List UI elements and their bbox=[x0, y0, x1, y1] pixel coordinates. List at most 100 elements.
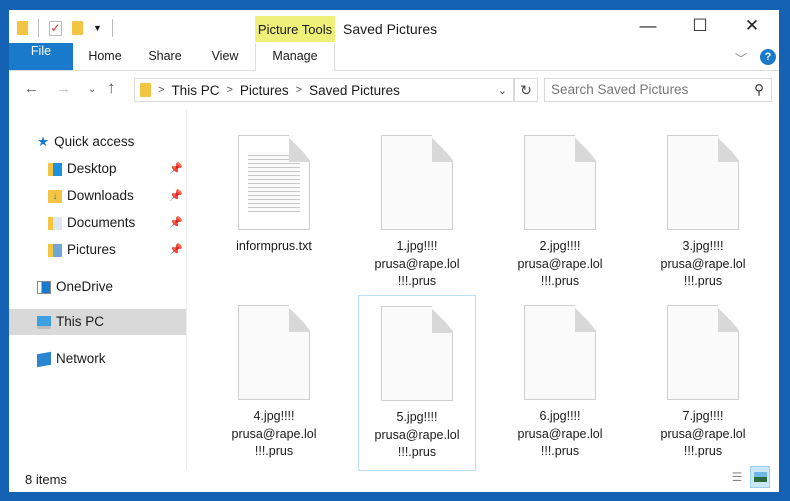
details-view-button[interactable]: ☰ bbox=[727, 466, 747, 488]
breadcrumb-this-pc[interactable]: This PC bbox=[171, 83, 219, 98]
divider bbox=[111, 19, 113, 37]
blank-file-icon bbox=[524, 135, 596, 230]
sidebar-item-label: Downloads bbox=[67, 188, 134, 203]
computer-icon bbox=[37, 315, 51, 329]
up-button[interactable]: ↑ bbox=[107, 78, 116, 98]
quick-access-toolbar: ✓ ▼ bbox=[17, 18, 113, 38]
divider bbox=[38, 19, 39, 37]
file-item[interactable]: informprus.txt bbox=[215, 135, 333, 256]
blank-file-icon bbox=[381, 135, 453, 230]
pin-icon[interactable]: 📌 bbox=[169, 183, 183, 209]
explorer-window: ✓ ▼ Picture Tools Saved Pictures — ☐ ✕ F… bbox=[9, 10, 779, 492]
sidebar-item-label: Pictures bbox=[67, 242, 116, 257]
sidebar-item-quick-access[interactable]: ★ Quick access bbox=[37, 129, 134, 155]
file-name-line: !!!.prus bbox=[540, 444, 580, 458]
file-name-line: prusa@rape.lol bbox=[374, 427, 460, 442]
sidebar-item-label: This PC bbox=[56, 314, 105, 329]
file-name-line: 5.jpg!!!! bbox=[396, 410, 438, 424]
file-name-line: prusa@rape.lol bbox=[660, 426, 746, 441]
file-item[interactable]: 4.jpg!!!! prusa@rape.lol !!!.prus bbox=[215, 305, 333, 461]
pictures-folder-icon bbox=[48, 243, 62, 257]
navigation-pane: ★ Quick access Desktop 📌 ↓ Downloads 📌 Docum… bbox=[9, 110, 187, 470]
tab-view[interactable]: View bbox=[205, 43, 245, 70]
tab-home[interactable]: Home bbox=[83, 43, 127, 70]
page-fold bbox=[575, 305, 596, 332]
text-file-icon bbox=[238, 135, 310, 230]
documents-folder-icon bbox=[48, 216, 62, 230]
pin-icon[interactable]: 📌 bbox=[169, 156, 183, 182]
sidebar-item-network[interactable]: Network bbox=[37, 346, 106, 372]
file-name-line: prusa@rape.lol bbox=[374, 256, 460, 271]
file-item[interactable]: 1.jpg!!!! prusa@rape.lol !!!.prus bbox=[358, 135, 476, 291]
sidebar-item-label: OneDrive bbox=[56, 279, 114, 294]
address-dropdown-icon[interactable]: ⌄ bbox=[498, 84, 507, 97]
ribbon-tabs: File Home Share View Manage bbox=[9, 43, 779, 71]
chevron-right-icon: > bbox=[295, 84, 303, 96]
window-title: Saved Pictures bbox=[343, 21, 438, 37]
sidebar-item-label: Documents bbox=[67, 215, 136, 230]
new-folder-icon[interactable] bbox=[72, 21, 83, 35]
large-icons-view-button[interactable] bbox=[750, 466, 770, 488]
page-fold bbox=[289, 305, 310, 332]
sidebar-item-downloads[interactable]: ↓ Downloads 📌 bbox=[48, 183, 188, 209]
file-name-line: prusa@rape.lol bbox=[660, 256, 746, 271]
blank-file-icon bbox=[667, 305, 739, 400]
item-count: 8 items bbox=[25, 472, 67, 487]
sidebar-item-this-pc[interactable]: This PC bbox=[9, 309, 186, 335]
file-name-line: 2.jpg!!!! bbox=[539, 239, 581, 253]
file-name-line: 3.jpg!!!! bbox=[682, 239, 724, 253]
customize-qat-icon[interactable]: ▼ bbox=[93, 23, 102, 33]
file-item[interactable]: 3.jpg!!!! prusa@rape.lol !!!.prus bbox=[644, 135, 762, 291]
folder-icon bbox=[17, 21, 28, 35]
close-button[interactable]: ✕ bbox=[729, 16, 775, 36]
tab-manage[interactable]: Manage bbox=[255, 43, 335, 71]
sidebar-item-label: Quick access bbox=[54, 134, 135, 149]
sidebar-item-documents[interactable]: Documents 📌 bbox=[48, 210, 188, 236]
properties-icon[interactable]: ✓ bbox=[49, 20, 62, 36]
page-fold bbox=[575, 135, 596, 162]
forward-button[interactable]: → bbox=[56, 80, 71, 97]
pin-icon[interactable]: 📌 bbox=[169, 210, 183, 236]
search-icon: ⚲ bbox=[754, 82, 764, 97]
breadcrumb-pictures[interactable]: Pictures bbox=[240, 83, 289, 98]
sidebar-item-label: Desktop bbox=[67, 161, 117, 176]
file-name-line: 4.jpg!!!! bbox=[253, 409, 295, 423]
file-list: informprus.txt 1.jpg!!!! prusa@rape.lol!!!… bbox=[188, 110, 779, 471]
desktop-folder-icon bbox=[48, 162, 62, 176]
breadcrumb-saved-pictures[interactable]: Saved Pictures bbox=[309, 83, 400, 98]
page-fold bbox=[432, 306, 453, 333]
file-item[interactable]: 7.jpg!!!! prusa@rape.lol !!!.prus bbox=[644, 305, 762, 461]
minimize-button[interactable]: — bbox=[625, 16, 671, 36]
page-fold bbox=[718, 305, 739, 332]
file-name-line: 7.jpg!!!! bbox=[682, 409, 724, 423]
pin-icon[interactable]: 📌 bbox=[169, 237, 183, 263]
file-item[interactable]: 2.jpg!!!! prusa@rape.lol !!!.prus bbox=[501, 135, 619, 291]
sidebar-item-desktop[interactable]: Desktop 📌 bbox=[48, 156, 188, 182]
expand-ribbon-icon[interactable]: ﹀ bbox=[735, 50, 747, 67]
downloads-folder-icon: ↓ bbox=[48, 189, 62, 203]
search-input[interactable]: Search Saved Pictures ⚲ bbox=[544, 78, 772, 102]
onedrive-icon bbox=[37, 280, 51, 294]
tab-file[interactable]: File bbox=[9, 43, 73, 70]
star-icon: ★ bbox=[37, 134, 50, 149]
file-item[interactable]: 5.jpg!!!! prusa@rape.lol !!!.prus bbox=[358, 295, 476, 471]
file-name-line: 1.jpg!!!! bbox=[396, 239, 438, 253]
help-icon[interactable]: ? bbox=[760, 49, 776, 65]
refresh-button[interactable]: ↻ bbox=[514, 78, 538, 102]
recent-locations-button[interactable]: ⌄ bbox=[88, 84, 96, 95]
chevron-right-icon: > bbox=[158, 84, 165, 96]
blank-file-icon bbox=[524, 305, 596, 400]
sidebar-item-pictures[interactable]: Pictures 📌 bbox=[48, 237, 188, 263]
back-button[interactable]: ← bbox=[24, 80, 39, 97]
folder-icon bbox=[140, 83, 151, 97]
page-fold bbox=[289, 135, 310, 162]
file-item[interactable]: 6.jpg!!!! prusa@rape.lol !!!.prus bbox=[501, 305, 619, 461]
address-bar[interactable]: > This PC > Pictures > Saved Pictures ⌄ bbox=[134, 78, 514, 102]
file-name-line: !!!.prus bbox=[683, 444, 723, 458]
sidebar-item-onedrive[interactable]: OneDrive bbox=[37, 274, 113, 300]
tab-share[interactable]: Share bbox=[143, 43, 187, 70]
maximize-button[interactable]: ☐ bbox=[677, 16, 723, 36]
file-name-line: !!!.prus bbox=[397, 274, 437, 288]
blank-file-icon bbox=[667, 135, 739, 230]
file-name-line: prusa@rape.lol bbox=[231, 426, 317, 441]
